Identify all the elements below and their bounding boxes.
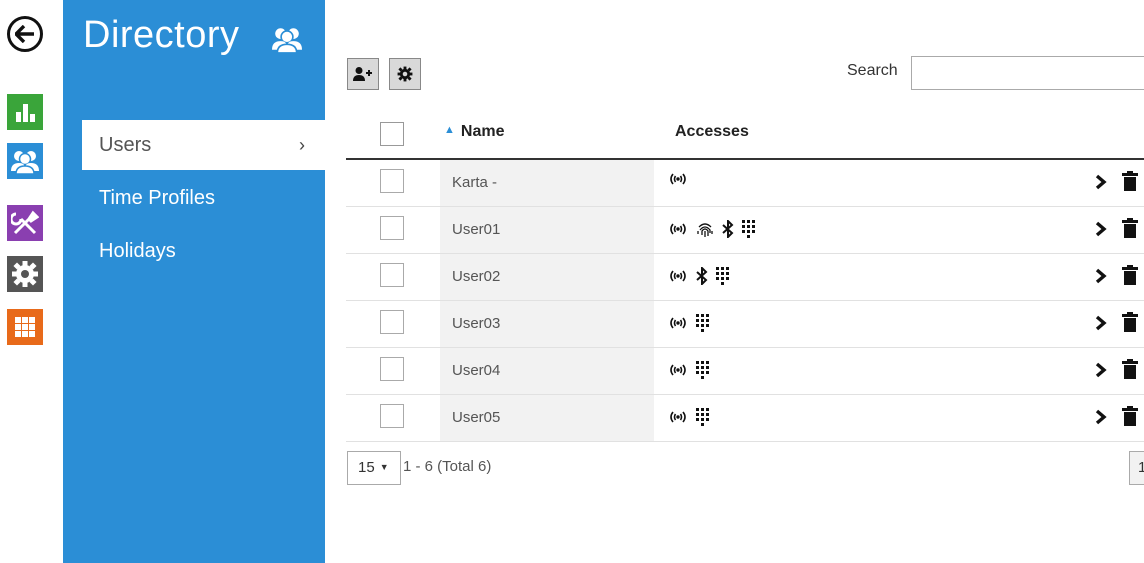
rfid-icon (668, 364, 688, 376)
row-checkbox[interactable] (380, 357, 404, 381)
row-checkbox[interactable] (380, 404, 404, 428)
rail-system-tile[interactable] (7, 256, 43, 292)
trash-icon[interactable] (1122, 359, 1138, 384)
rfid-icon (668, 173, 688, 185)
grid-icon (15, 317, 35, 337)
sidebar-item-holidays[interactable]: Holidays (82, 226, 325, 276)
rfid-icon (668, 317, 688, 329)
rfid-icon (668, 270, 688, 282)
sidebar-item-label: Time Profiles (99, 187, 215, 209)
rail-services-tile[interactable] (7, 205, 43, 241)
keypad-icon (696, 361, 710, 379)
caret-down-icon: ▼ (379, 462, 389, 472)
access-icons (668, 314, 710, 332)
select-all-checkbox[interactable] (380, 122, 404, 146)
back-button[interactable] (7, 16, 43, 52)
row-checkbox[interactable] (380, 310, 404, 334)
keypad-icon (696, 314, 710, 332)
trash-icon[interactable] (1122, 265, 1138, 290)
sidebar-item-label: Users (99, 134, 152, 156)
chevron-right-icon[interactable] (1094, 315, 1108, 336)
trash-icon[interactable] (1122, 171, 1138, 196)
app-rail (0, 0, 60, 563)
table-header: ▲ Name Accesses (346, 110, 1144, 160)
trash-icon[interactable] (1122, 406, 1138, 431)
rail-directory-tile[interactable] (7, 143, 43, 179)
sort-ascending-icon: ▲ (444, 124, 455, 136)
accesses-column-header: Accesses (675, 123, 749, 140)
search-label: Search (847, 62, 898, 79)
keypad-icon (742, 220, 756, 238)
table-row[interactable]: User02 (346, 254, 1144, 301)
access-icons (668, 220, 756, 238)
bluetooth-icon (722, 220, 734, 238)
arrow-left-icon (15, 25, 34, 43)
access-icons (668, 173, 688, 185)
user-name: User04 (440, 348, 654, 394)
users-icon (11, 151, 39, 175)
gear-icon (12, 261, 38, 287)
users-icon (268, 24, 306, 59)
bar-chart-icon (16, 104, 35, 122)
user-plus-icon (353, 67, 372, 81)
user-name: User01 (440, 207, 654, 253)
table-row[interactable]: User04 (346, 348, 1144, 395)
row-checkbox[interactable] (380, 216, 404, 240)
chevron-right-icon[interactable] (1094, 174, 1108, 195)
tools-icon (11, 210, 39, 235)
access-icons (668, 267, 730, 285)
user-name: Karta - (440, 160, 654, 206)
sidebar-item-users[interactable]: Users › (82, 120, 325, 170)
table-body: Karta - User01 User02 User03 User04 User05 (346, 160, 1144, 442)
rfid-icon (668, 223, 688, 235)
chevron-right-icon[interactable] (1094, 221, 1108, 242)
user-name: User05 (440, 395, 654, 441)
page-button[interactable]: 1 (1129, 451, 1144, 485)
chevron-right-icon[interactable] (1094, 268, 1108, 289)
access-icons (668, 361, 710, 379)
add-user-button[interactable] (347, 58, 379, 90)
trash-icon[interactable] (1122, 218, 1138, 243)
trash-icon[interactable] (1122, 312, 1138, 337)
access-icons (668, 408, 710, 426)
row-checkbox[interactable] (380, 263, 404, 287)
keypad-icon (716, 267, 730, 285)
chevron-right-icon: › (299, 135, 305, 155)
bluetooth-icon (696, 267, 708, 285)
gear-icon (397, 66, 413, 82)
page-size-select[interactable]: 15 ▼ (347, 451, 401, 485)
rail-hardware-tile[interactable] (7, 309, 43, 345)
chevron-right-icon[interactable] (1094, 409, 1108, 430)
search-input[interactable] (911, 56, 1144, 90)
user-name: User02 (440, 254, 654, 300)
name-column-header[interactable]: ▲ Name (444, 123, 504, 141)
table-row[interactable]: Karta - (346, 160, 1144, 207)
table-row[interactable]: User05 (346, 395, 1144, 442)
pagination-info: 1 - 6 (Total 6) (403, 458, 492, 475)
keypad-icon (696, 408, 710, 426)
fingerprint-icon (696, 220, 714, 238)
settings-button[interactable] (389, 58, 421, 90)
table-row[interactable]: User01 (346, 207, 1144, 254)
chevron-right-icon[interactable] (1094, 362, 1108, 383)
user-name: User03 (440, 301, 654, 347)
rail-status-tile[interactable] (7, 94, 43, 130)
users-table: ▲ Name Accesses Karta - User01 User02 User03… (346, 110, 1144, 442)
pagination: 15 ▼ 1 - 6 (Total 6) 1 (347, 451, 1144, 487)
rfid-icon (668, 411, 688, 423)
row-checkbox[interactable] (380, 169, 404, 193)
directory-sidebar: Directory Users › Time Profiles Holidays (63, 0, 325, 563)
page-title: Directory (83, 14, 240, 56)
table-row[interactable]: User03 (346, 301, 1144, 348)
sidebar-item-time-profiles[interactable]: Time Profiles (82, 173, 325, 223)
sidebar-item-label: Holidays (99, 240, 176, 262)
